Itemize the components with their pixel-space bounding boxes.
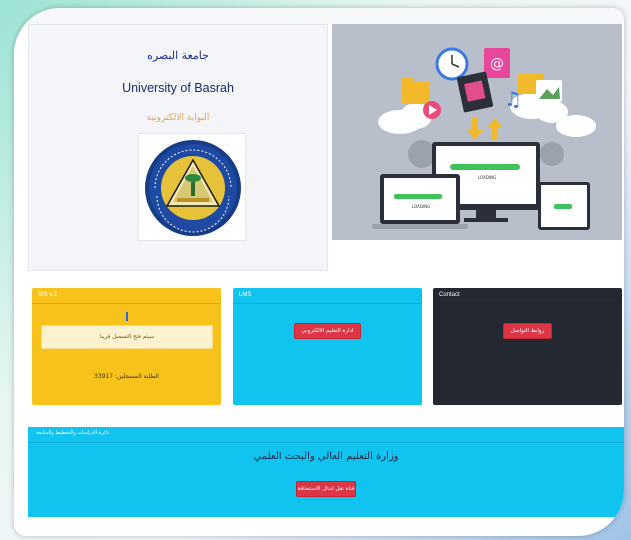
top-bar (14, 8, 624, 24)
sis-card-title: SIS v.2 (32, 288, 221, 304)
ministry-section-heading: دائرة الدراسات والتخطيط والمتابعة (28, 427, 624, 443)
lms-card-title: LMS (233, 288, 422, 304)
browser-frame: جامعة البصره University of Basrah البواب… (14, 8, 624, 536)
email-icon: @ (484, 48, 510, 78)
university-logo-icon (145, 140, 241, 236)
registered-students-count: الطلبة المسجلين: 33917 (94, 373, 159, 380)
hero-illustration: @ ♫ LOADING LOADING (332, 24, 622, 240)
university-logo (138, 133, 246, 241)
ministry-title: وزارة التعليم العالي والبحث العلمي (253, 451, 399, 462)
contact-links-button[interactable]: روابط التواصل (503, 323, 552, 339)
university-name-ar: جامعة البصره (147, 49, 209, 62)
sis-card: SIS v.2 سيتم فتح التسجيل قريبا الطلبة ال… (32, 288, 221, 405)
lms-card: LMS ادارة التعليم الالكتروني (233, 288, 422, 405)
registration-notice: سيتم فتح التسجيل قريبا (41, 325, 213, 349)
elearning-management-button[interactable]: ادارة التعليم الالكتروني (294, 323, 361, 339)
clock-icon (435, 47, 469, 81)
hosting-transfer-button[interactable]: قناة نقل ابدال الاستضافة (296, 481, 356, 497)
svg-text:LOADING: LOADING (412, 204, 430, 209)
university-header: جامعة البصره University of Basrah البواب… (28, 24, 328, 271)
university-name-en: University of Basrah (122, 81, 234, 95)
progress-indicator (126, 312, 128, 321)
play-icon (423, 101, 441, 119)
svg-text:@: @ (490, 56, 504, 72)
ministry-section: دائرة الدراسات والتخطيط والمتابعة وزارة … (28, 427, 624, 517)
svg-text:LOADING: LOADING (478, 175, 496, 180)
contact-card-title: Contact (433, 288, 622, 304)
hero-illustration-svg: @ ♫ LOADING LOADING (332, 24, 622, 240)
portal-subtitle: البوابة الالكترونية (146, 113, 210, 123)
image-icon (536, 80, 562, 102)
contact-card: Contact روابط التواصل (433, 288, 622, 405)
